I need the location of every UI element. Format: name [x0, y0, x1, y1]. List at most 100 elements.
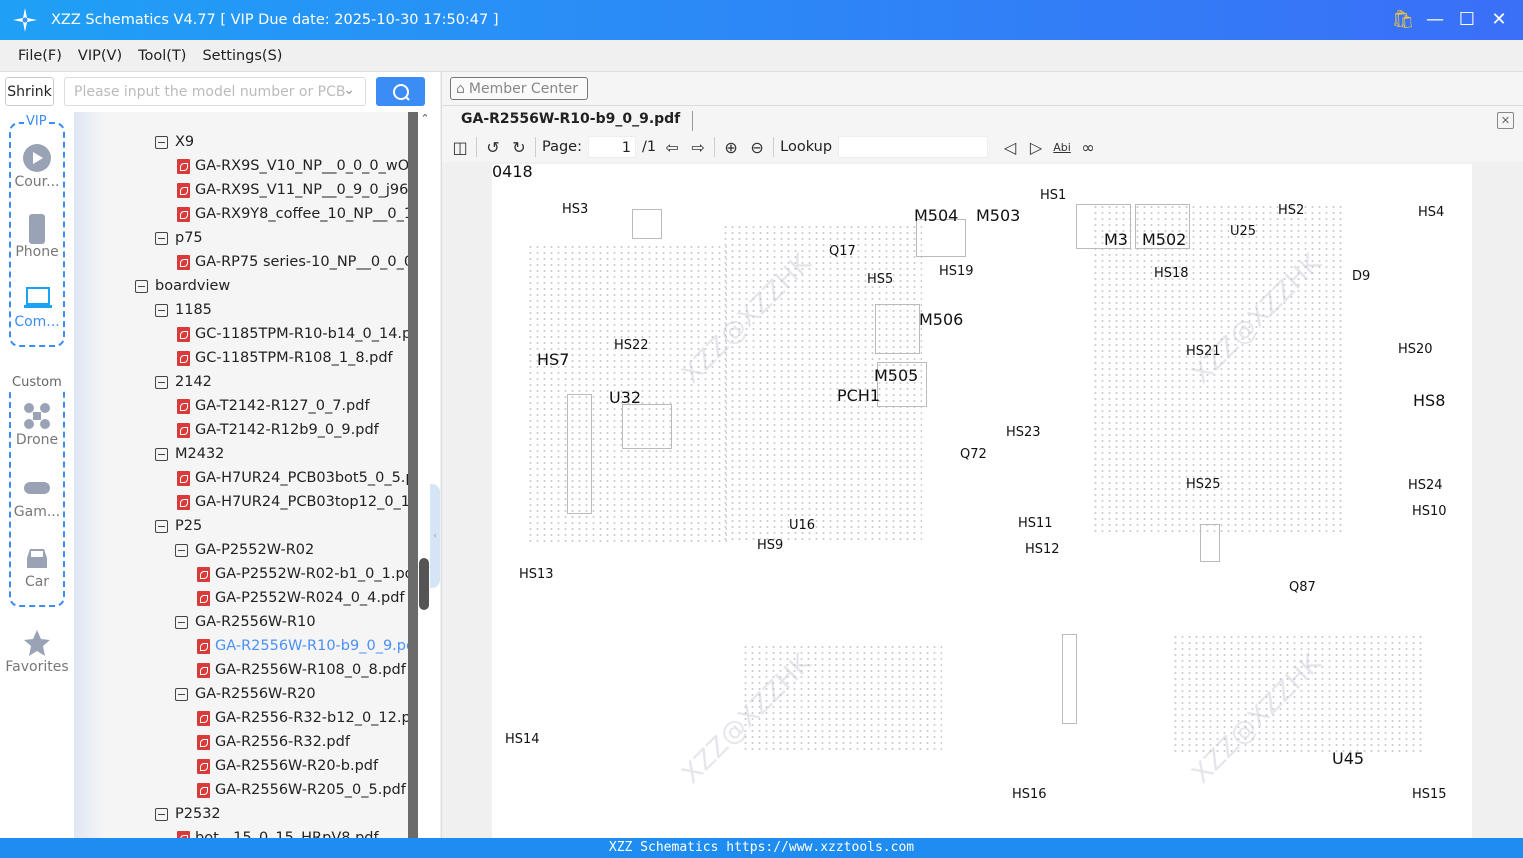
collapse-icon[interactable] — [175, 543, 188, 557]
tree-folder[interactable]: p75 — [155, 226, 203, 250]
pcb-component-label[interactable]: HS14 — [505, 732, 540, 747]
pcb-component-label[interactable]: M502 — [1142, 230, 1186, 249]
tree-folder[interactable]: M2432 — [155, 442, 224, 466]
tree-file[interactable]: GA-R2556W-R20-b.pdf — [197, 754, 378, 778]
panel-collapse-handle[interactable]: ‹ — [430, 484, 440, 588]
member-center-button[interactable]: ⌂ Member Center — [450, 77, 588, 100]
tree-folder[interactable]: GA-P2552W-R02 — [175, 538, 314, 562]
pcb-component-label[interactable]: HS22 — [614, 338, 649, 353]
sidebar-item-car[interactable]: Car — [0, 544, 74, 590]
collapse-icon[interactable] — [155, 447, 168, 461]
pcb-component-label[interactable]: PCH1 — [837, 386, 880, 405]
pcb-component-label[interactable]: M504 — [914, 206, 958, 225]
collapse-icon[interactable] — [155, 135, 168, 149]
pcb-component-label[interactable]: HS4 — [1418, 205, 1444, 220]
pcb-component-label[interactable]: HS12 — [1025, 542, 1060, 557]
tree-file[interactable]: GC-1185TPM-R108_1_8.pdf — [177, 346, 393, 370]
close-tab-icon[interactable]: ✕ — [1497, 112, 1514, 129]
find-previous-icon[interactable]: ◁ — [1000, 137, 1020, 157]
pcb-component-label[interactable]: M505 — [874, 366, 918, 385]
collapse-icon[interactable] — [155, 303, 168, 317]
menu-settings[interactable]: Settings(S) — [202, 48, 282, 64]
pcb-component-label[interactable]: HS3 — [562, 202, 588, 217]
sidebar-item-course[interactable]: Cour... — [0, 144, 74, 190]
menu-vip[interactable]: VIP(V) — [78, 48, 122, 64]
lookup-input[interactable] — [838, 136, 989, 158]
prev-page-icon[interactable]: ⇦ — [662, 137, 682, 157]
tree-folder[interactable]: P25 — [155, 514, 202, 538]
match-word-icon[interactable]: Abi — [1052, 137, 1072, 157]
pcb-component-label[interactable]: HS2 — [1278, 203, 1304, 218]
two-page-icon[interactable]: ◫ — [450, 137, 470, 157]
pcb-component-label[interactable]: U16 — [789, 518, 815, 533]
collapse-icon[interactable] — [155, 519, 168, 533]
tree-file[interactable]: GA-RX9S_V11_NP__0_9_0_j96x3 — [177, 178, 408, 202]
rotate-left-icon[interactable]: ↺ — [483, 137, 503, 157]
pcb-component-label[interactable]: HS5 — [867, 272, 893, 287]
tree-file[interactable]: GA-T2142-R12b9_0_9.pdf — [177, 418, 379, 442]
pcb-component-label[interactable]: HS7 — [537, 350, 569, 369]
collapse-icon[interactable] — [155, 375, 168, 389]
tree-file[interactable]: GA-P2552W-R024_0_4.pdf — [197, 586, 405, 610]
pcb-component-label[interactable]: HS9 — [757, 538, 783, 553]
pcb-component-label[interactable]: HS18 — [1154, 266, 1189, 281]
pcb-component-label[interactable]: HS23 — [1006, 425, 1041, 440]
tree-folder[interactable]: boardview — [135, 274, 230, 298]
sidebar-item-computer[interactable]: Com... — [0, 284, 74, 330]
next-page-icon[interactable]: ⇨ — [688, 137, 708, 157]
pcb-component-label[interactable]: HS10 — [1412, 504, 1447, 519]
pcb-component-label[interactable]: HS13 — [519, 567, 554, 582]
pcb-component-label[interactable]: Q87 — [1289, 580, 1316, 595]
tree-folder[interactable]: 2142 — [155, 370, 212, 394]
pcb-component-label[interactable]: U45 — [1332, 749, 1364, 768]
chevron-down-icon[interactable]: ⌄ — [343, 82, 355, 98]
tree-file[interactable]: GA-P2552W-R02-b1_0_1.pdf — [197, 562, 408, 586]
scroll-up-icon[interactable]: ⌃ — [418, 112, 432, 125]
rotate-right-icon[interactable]: ↻ — [509, 137, 529, 157]
pcb-component-label[interactable]: HS15 — [1412, 787, 1447, 802]
pcb-component-label[interactable]: HS25 — [1186, 477, 1221, 492]
tree-file[interactable]: GA-R2556W-R108_0_8.pdf — [197, 658, 406, 682]
pcb-component-label[interactable]: HS20 — [1398, 342, 1433, 357]
tree-file[interactable]: GC-1185TPM-R10-b14_0_14.pdf — [177, 322, 408, 346]
tree-scrollbar-thumb[interactable] — [419, 558, 429, 610]
pcb-component-label[interactable]: HS1 — [1040, 188, 1066, 203]
sidebar-item-drone[interactable]: Drone — [0, 402, 74, 448]
tree-folder[interactable]: P2532 — [155, 802, 221, 826]
find-next-icon[interactable]: ▷ — [1026, 137, 1046, 157]
tree-file[interactable]: GA-H7UR24_PCB03top12_0_12.pdf — [177, 490, 408, 514]
collapse-icon[interactable] — [155, 231, 168, 245]
pcb-component-label[interactable]: M506 — [919, 310, 963, 329]
collapse-icon[interactable] — [175, 615, 188, 629]
page-input[interactable]: 1 — [588, 136, 636, 158]
tree-folder[interactable]: X9 — [155, 130, 194, 154]
tree-scrollbar-track[interactable] — [408, 112, 418, 838]
document-area[interactable]: HS3 M504 M503 HS1 HS2 HS4 M3 M502 U25 HS5 HS19 HS18… — [442, 162, 1523, 838]
sidebar-item-favorites[interactable]: Favorites — [0, 629, 74, 675]
tree-file[interactable]: GA-RP75 series-10_NP__0_0_0_ — [177, 250, 408, 274]
pcb-component-label[interactable]: M3 — [1104, 230, 1128, 249]
pcb-component-label[interactable]: Q72 — [960, 447, 987, 462]
tree-folder[interactable]: GA-R2556W-R10 — [175, 610, 316, 634]
pcb-component-label[interactable]: U25 — [1230, 224, 1256, 239]
tree-file[interactable]: GA-R2556W-R10-b9_0_9.pdf — [197, 634, 408, 658]
menu-tool[interactable]: Tool(T) — [138, 48, 186, 64]
pcb-component-label[interactable]: D9 — [1352, 269, 1370, 284]
sidebar-item-game[interactable]: Gam... — [0, 474, 74, 520]
search-input[interactable]: Please input the model number or PCB ⌄ — [64, 77, 366, 106]
tree-file[interactable]: GA-T2142-R127_0_7.pdf — [177, 394, 370, 418]
pcb-component-label[interactable]: HS11 — [1018, 516, 1053, 531]
zoom-out-icon[interactable]: ⊖ — [747, 137, 767, 157]
tree-file[interactable]: GA-R2556-R32.pdf — [197, 730, 350, 754]
sidebar-item-phone[interactable]: Phone — [0, 214, 74, 260]
binoculars-icon[interactable]: ∞ — [1078, 137, 1098, 157]
pcb-component-label[interactable]: HS16 — [1012, 787, 1047, 802]
tree-folder[interactable]: GA-R2556W-R20 — [175, 682, 316, 706]
menu-file[interactable]: File(F) — [18, 48, 62, 64]
tab-document[interactable]: GA-R2556W-R10-b9_0_9.pdf — [461, 111, 694, 131]
tree-file[interactable]: GA-RX9S_V10_NP__0_0_0_wOXI — [177, 154, 408, 178]
pcb-component-label[interactable]: HS19 — [939, 264, 974, 279]
tree-file[interactable]: GA-R2556W-R205_0_5.pdf — [197, 778, 406, 802]
close-button[interactable]: ✕ — [1489, 8, 1509, 30]
pcb-component-label[interactable]: M503 — [976, 206, 1020, 225]
